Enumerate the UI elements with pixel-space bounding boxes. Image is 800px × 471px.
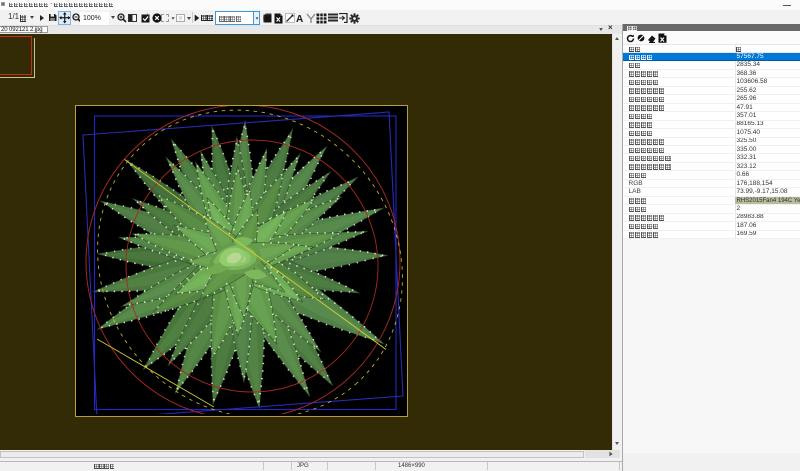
svg-text:A: A	[296, 14, 303, 24]
